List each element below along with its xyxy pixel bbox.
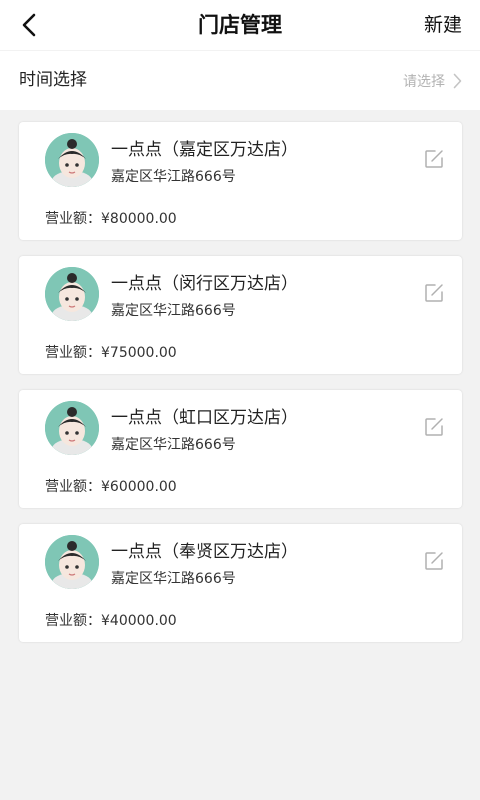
edit-icon [425, 418, 443, 436]
store-address: 嘉定区华江路666号 [111, 169, 236, 185]
revenue-value: ¥60000.00 [101, 479, 177, 495]
edit-button[interactable] [424, 149, 444, 169]
store-name: 一点点（奉贤区万达店） [111, 542, 298, 562]
edit-icon [425, 284, 443, 302]
edit-button[interactable] [424, 417, 444, 437]
chevron-right-icon [453, 73, 462, 88]
revenue-label: 营业额： [45, 613, 101, 629]
time-filter-label: 时间选择 [19, 70, 87, 90]
new-store-button[interactable]: 新建 [424, 0, 462, 50]
store-revenue: 营业额：¥60000.00 [45, 476, 177, 496]
store-avatar [45, 401, 99, 455]
time-select-placeholder: 请选择 [403, 73, 445, 90]
revenue-value: ¥40000.00 [101, 613, 177, 629]
top-bar: 门店管理 新建 [0, 0, 480, 50]
store-card[interactable]: 一点点（闵行区万达店） 嘉定区华江路666号 营业额：¥75000.00 [19, 256, 462, 374]
store-address: 嘉定区华江路666号 [111, 571, 236, 587]
store-name: 一点点（虹口区万达店） [111, 408, 298, 428]
edit-button[interactable] [424, 283, 444, 303]
edit-icon [425, 150, 443, 168]
store-address: 嘉定区华江路666号 [111, 437, 236, 453]
revenue-value: ¥75000.00 [101, 345, 177, 361]
store-name: 一点点（嘉定区万达店） [111, 140, 298, 160]
store-revenue: 营业额：¥75000.00 [45, 342, 177, 362]
time-select[interactable]: 请选择 [403, 51, 462, 110]
store-name: 一点点（闵行区万达店） [111, 274, 298, 294]
revenue-label: 营业额： [45, 479, 101, 495]
edit-icon [425, 552, 443, 570]
page-title: 门店管理 [198, 13, 282, 37]
store-card[interactable]: 一点点（奉贤区万达店） 嘉定区华江路666号 营业额：¥40000.00 [19, 524, 462, 642]
store-avatar [45, 535, 99, 589]
edit-button[interactable] [424, 551, 444, 571]
store-card[interactable]: 一点点（嘉定区万达店） 嘉定区华江路666号 营业额：¥80000.00 [19, 122, 462, 240]
time-filter-row[interactable]: 时间选择 请选择 [0, 51, 480, 110]
revenue-label: 营业额： [45, 211, 101, 227]
store-address: 嘉定区华江路666号 [111, 303, 236, 319]
store-card[interactable]: 一点点（虹口区万达店） 嘉定区华江路666号 营业额：¥60000.00 [19, 390, 462, 508]
store-avatar [45, 133, 99, 187]
store-revenue: 营业额：¥40000.00 [45, 610, 177, 630]
revenue-value: ¥80000.00 [101, 211, 177, 227]
store-avatar [45, 267, 99, 321]
store-revenue: 营业额：¥80000.00 [45, 208, 177, 228]
revenue-label: 营业额： [45, 345, 101, 361]
